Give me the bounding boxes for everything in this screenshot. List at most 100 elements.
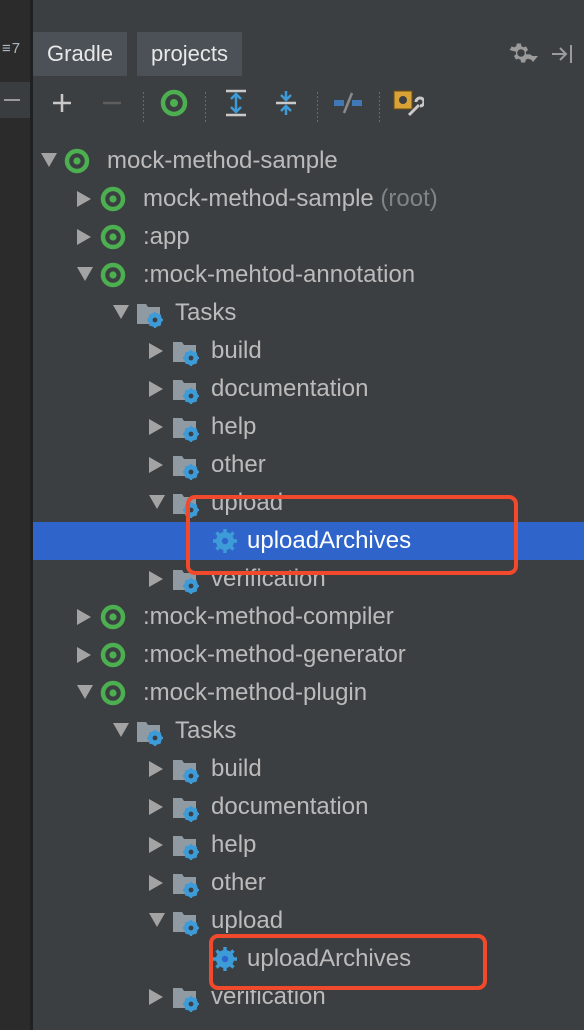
chevron-right-icon[interactable]: [148, 418, 166, 436]
chevron-down-icon[interactable]: [76, 266, 94, 284]
tree-node-name: Tasks: [175, 299, 237, 326]
tab-projects[interactable]: projects: [137, 32, 243, 76]
task-folder-icon: [135, 717, 163, 746]
tree-row-label: mock-method-sample: [107, 142, 338, 180]
tree-node-name: upload: [211, 907, 284, 934]
tree-node-name: mock-method-sample: [107, 147, 338, 174]
chevron-right-icon[interactable]: [148, 570, 166, 588]
tree-row[interactable]: Tasks: [33, 294, 584, 332]
tree-row[interactable]: build: [33, 750, 584, 788]
chevron-right-icon[interactable]: [148, 836, 166, 854]
tree-row[interactable]: :mock-method-generator: [33, 636, 584, 674]
tree-row[interactable]: build: [33, 332, 584, 370]
tree-row[interactable]: Tasks: [33, 712, 584, 750]
title-bar: [33, 0, 584, 32]
root-suffix: (root): [373, 185, 438, 212]
build-settings-icon: [392, 88, 426, 123]
tree-node-name: :mock-mehtod-annotation: [143, 261, 416, 288]
toolbar-separator: [143, 92, 144, 122]
chevron-right-icon[interactable]: [148, 760, 166, 778]
tree-row[interactable]: documentation: [33, 370, 584, 408]
tree-row-label: :mock-mehtod-annotation: [143, 256, 415, 294]
tree-row[interactable]: other: [33, 446, 584, 484]
gradle-project-icon: [99, 679, 127, 707]
chevron-right-icon[interactable]: [76, 608, 94, 626]
chevron-right-icon[interactable]: [76, 190, 94, 208]
collapse-all-icon: [273, 89, 299, 122]
tree-node-name: Tasks: [175, 717, 237, 744]
hide-panel-icon[interactable]: [550, 42, 576, 71]
tree-row[interactable]: help: [33, 826, 584, 864]
tree-row[interactable]: :app: [33, 218, 584, 256]
expand-all-button[interactable]: [219, 88, 253, 122]
task-folder-icon: [171, 755, 199, 784]
annotation-highlight: [186, 495, 518, 575]
tree-row[interactable]: :mock-method-plugin: [33, 674, 584, 712]
chevron-right-icon[interactable]: [148, 456, 166, 474]
tree-row[interactable]: other: [33, 864, 584, 902]
tree-row-label: other: [211, 864, 266, 902]
gradle-project-icon: [99, 223, 127, 251]
add-button[interactable]: [45, 88, 79, 122]
chevron-right-icon[interactable]: [76, 646, 94, 664]
tree-node-name: other: [211, 869, 266, 896]
chevron-right-icon[interactable]: [76, 228, 94, 246]
collapse-all-button[interactable]: [269, 88, 303, 122]
tab-gradle[interactable]: Gradle: [33, 32, 128, 76]
chevron-right-icon[interactable]: [148, 342, 166, 360]
task-folder-icon: [171, 451, 199, 480]
chevron-right-icon[interactable]: [148, 380, 166, 398]
tree-node-name: documentation: [211, 793, 369, 820]
tree-row-label: Tasks: [175, 294, 236, 332]
tree-row-label: build: [211, 750, 262, 788]
tree-row[interactable]: mock-method-sample (root): [33, 180, 584, 218]
tree-row[interactable]: documentation: [33, 788, 584, 826]
tool-window-header: Gradle projects: [33, 32, 584, 76]
chevron-down-icon[interactable]: [112, 304, 130, 322]
minus-icon: [101, 92, 123, 119]
toolbar-separator: [317, 92, 318, 122]
chevron-down-icon[interactable]: [528, 50, 538, 68]
task-folder-icon: [171, 907, 199, 936]
annotation-highlight: [209, 934, 487, 990]
gradle-project-icon: [99, 603, 127, 631]
minus-icon[interactable]: [4, 99, 20, 101]
chevron-down-icon[interactable]: [112, 722, 130, 740]
offline-mode-button[interactable]: [331, 88, 365, 122]
task-folder-icon: [171, 983, 199, 1012]
chevron-down-icon[interactable]: [148, 912, 166, 930]
toolbar-separator: [205, 92, 206, 122]
chevron-right-icon[interactable]: [148, 798, 166, 816]
tree-row-label: :app: [143, 218, 190, 256]
expand-all-icon: [223, 89, 249, 122]
remove-button[interactable]: [95, 88, 129, 122]
settings-button[interactable]: [391, 88, 426, 123]
plus-icon: [51, 92, 73, 119]
chevron-down-icon[interactable]: [40, 152, 58, 170]
tree-node-name: help: [211, 413, 257, 440]
tree-row[interactable]: :mock-mehtod-annotation: [33, 256, 584, 294]
chevron-down-icon[interactable]: [76, 684, 94, 702]
tree-node-name: :mock-method-compiler: [143, 603, 394, 630]
tree-row-label: Tasks: [175, 712, 236, 750]
gradle-project-icon: [99, 261, 127, 289]
refresh-button[interactable]: [157, 88, 191, 122]
structure-badge[interactable]: ≡7: [2, 40, 21, 57]
toolbar-separator: [379, 92, 380, 122]
tree-row[interactable]: :mock-method-compiler: [33, 598, 584, 636]
tree-row-label: :mock-method-compiler: [143, 598, 394, 636]
chevron-right-icon[interactable]: [148, 988, 166, 1006]
task-folder-icon: [171, 869, 199, 898]
chevron-right-icon[interactable]: [148, 874, 166, 892]
tree-row[interactable]: help: [33, 408, 584, 446]
gradle-toolbar: [33, 80, 584, 135]
tree-node-name: build: [211, 755, 262, 782]
gradle-refresh-icon: [159, 88, 189, 123]
chevron-down-icon[interactable]: [148, 494, 166, 512]
tree-row-label: mock-method-sample (root): [143, 180, 438, 218]
tree-row-label: help: [211, 826, 256, 864]
tree-node-name: mock-method-sample: [143, 185, 374, 212]
tree-row[interactable]: mock-method-sample: [33, 142, 584, 180]
task-folder-icon: [171, 413, 199, 442]
tree-row-label: documentation: [211, 788, 368, 826]
